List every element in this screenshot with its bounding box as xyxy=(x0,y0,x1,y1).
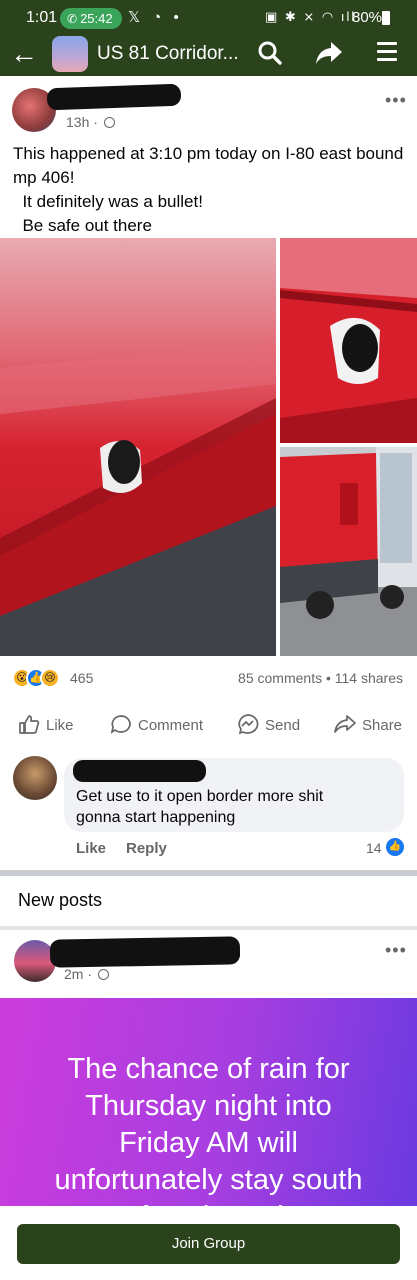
share-icon[interactable] xyxy=(315,40,343,66)
comment-like-reaction-icon: 👍 xyxy=(386,838,404,856)
comment-label: Comment xyxy=(138,717,204,734)
post-photo-main[interactable] xyxy=(0,238,276,656)
promo-line: The chance of rain for xyxy=(67,1053,350,1085)
group-title[interactable]: US 81 Corridor... xyxy=(97,43,239,65)
post-text-line: mp 406! xyxy=(13,168,75,187)
promo-line: Thursday night into xyxy=(85,1090,332,1122)
app-header: ← US 81 Corridor... xyxy=(0,36,417,76)
comment-icon xyxy=(110,715,131,734)
phone-icon: ✆ xyxy=(67,12,78,26)
messenger-icon xyxy=(238,714,259,734)
post-time: 13h · xyxy=(66,114,98,130)
post2-timestamp[interactable]: 2m · xyxy=(64,966,109,982)
call-indicator[interactable]: ✆ 25:42 xyxy=(60,8,122,29)
battery-icon xyxy=(382,11,390,25)
join-group-button[interactable]: Join Group xyxy=(17,1224,400,1264)
menu-icon[interactable] xyxy=(377,42,397,64)
section-divider xyxy=(0,870,417,876)
notification-icons: 𝕏 ◔ • xyxy=(128,9,183,26)
group-thumbnail[interactable] xyxy=(52,36,88,72)
promo-line: Friday AM will xyxy=(119,1127,298,1159)
send-button[interactable]: Send xyxy=(237,714,300,734)
like-label: Like xyxy=(46,717,74,734)
post-photo-truck[interactable] xyxy=(280,447,417,656)
status-bar: 1:01 ✆ 25:42 𝕏 ◔ • ▣ ✱ ⨯ ◠ ıll 80% xyxy=(0,0,417,36)
redacted-commenter-name xyxy=(73,760,206,782)
commenter-avatar[interactable] xyxy=(13,756,57,800)
globe-icon xyxy=(103,117,115,128)
redacted-author-name xyxy=(49,936,241,968)
status-time: 1:01 xyxy=(26,9,58,26)
like-button[interactable]: Like xyxy=(18,714,74,734)
post-actions: Like Comment Send Share xyxy=(0,706,417,742)
redacted-author-name xyxy=(46,83,182,111)
comment-reply-button[interactable]: Reply xyxy=(126,840,167,857)
send-label: Send xyxy=(265,717,301,734)
promo-line: unfortunately stay south xyxy=(54,1164,363,1196)
post-text: This happened at 3:10 pm today on I-80 e… xyxy=(13,142,408,238)
post-text-line: This happened at 3:10 pm today on I-80 e… xyxy=(13,144,404,163)
section-divider xyxy=(0,926,417,930)
comment-text: Get use to it open border more shit gonn… xyxy=(76,786,396,828)
battery-percent: 80% xyxy=(352,9,383,26)
post-text-line: It definitely was a bullet! xyxy=(13,192,203,211)
post2-text-background[interactable]: The chance of rain for Thursday night in… xyxy=(0,998,417,1208)
call-timer: 25:42 xyxy=(80,11,113,26)
post2-time: 2m · xyxy=(64,966,92,982)
more-options-icon[interactable]: ••• xyxy=(385,90,407,111)
share-button[interactable]: Share xyxy=(334,714,402,734)
sad-reaction-icon: 😢 xyxy=(40,668,60,688)
thumbs-up-icon xyxy=(19,715,40,734)
comment-button[interactable]: Comment xyxy=(110,714,203,734)
reaction-count[interactable]: 465 xyxy=(70,670,93,686)
comments-shares-count[interactable]: 85 comments • 114 shares xyxy=(238,670,403,686)
post-photo-closeup[interactable] xyxy=(280,238,417,443)
more-options-icon[interactable]: ••• xyxy=(385,940,407,961)
post-timestamp[interactable]: 13h · xyxy=(66,114,115,130)
comment-line: gonna start happening xyxy=(76,809,236,826)
system-icons: ▣ ✱ ⨯ ◠ ıll xyxy=(265,9,357,24)
share-arrow-icon xyxy=(334,715,356,733)
post-text-line: Be safe out there xyxy=(13,216,152,235)
comment-like-button[interactable]: Like xyxy=(76,840,106,857)
search-icon[interactable] xyxy=(257,40,283,66)
back-arrow-icon[interactable]: ← xyxy=(10,38,38,70)
new-posts-heading: New posts xyxy=(18,890,103,910)
comment-line: Get use to it open border more shit xyxy=(76,788,324,805)
join-bar: Join Group xyxy=(0,1206,417,1280)
globe-icon xyxy=(97,969,109,980)
share-label: Share xyxy=(362,717,403,734)
comment-reaction-count[interactable]: 14 xyxy=(366,840,382,856)
